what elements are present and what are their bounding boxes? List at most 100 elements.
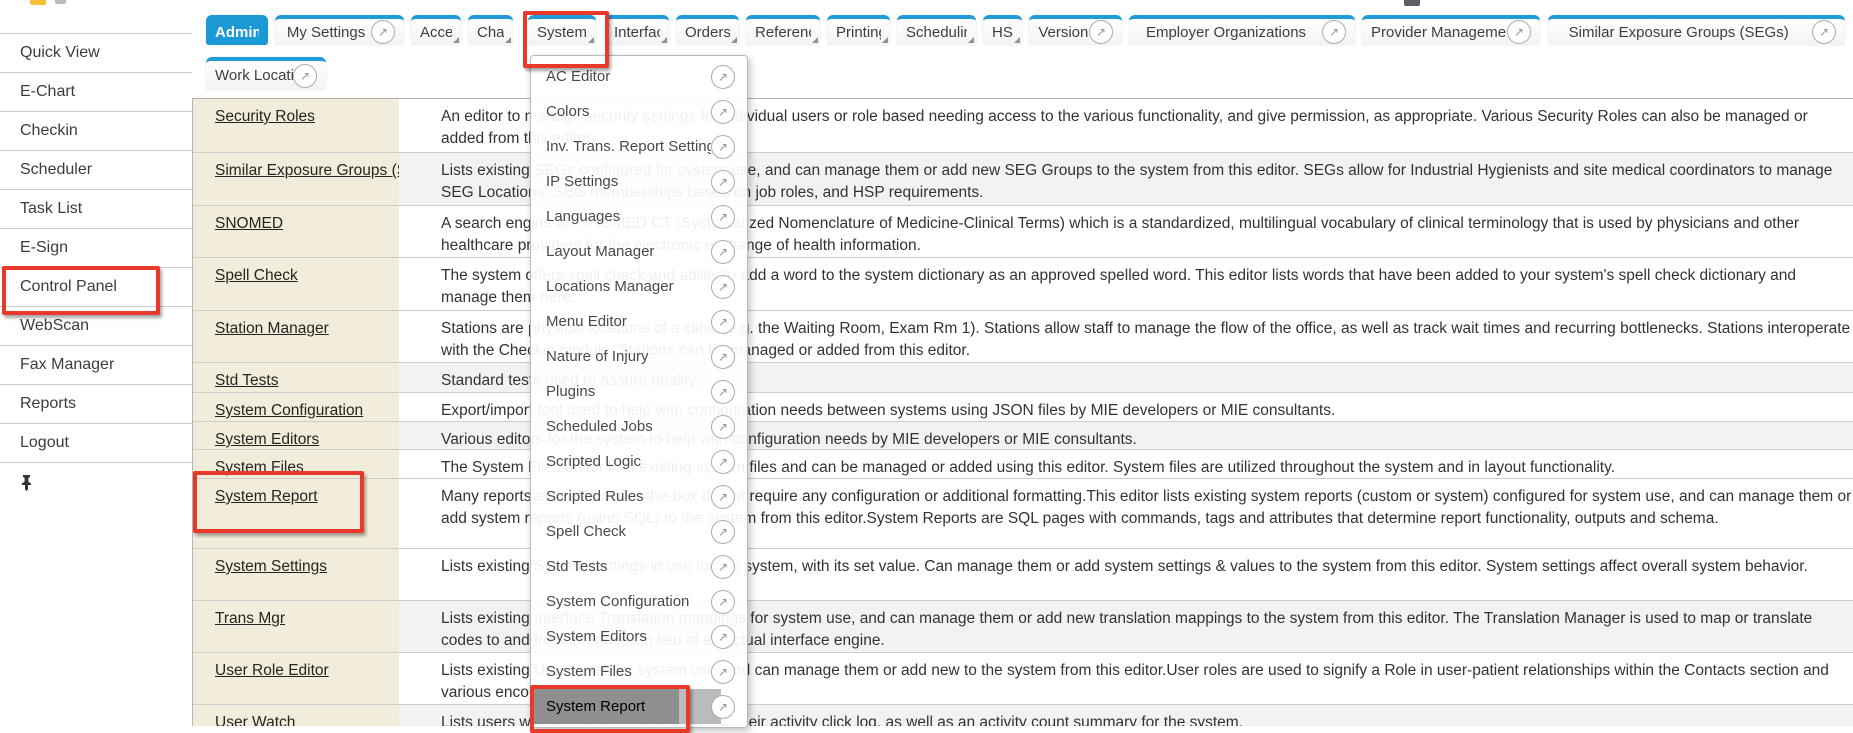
- sidebar-pin-toggle[interactable]: [0, 463, 192, 501]
- menu-item-nature-of-injury[interactable]: Nature of Injury: [531, 339, 747, 374]
- table-row: Trans Mgr Lists existing Interface Trans…: [193, 601, 1853, 653]
- link-system-report[interactable]: System Report: [215, 488, 318, 505]
- menu-item-plugins[interactable]: Plugins: [531, 374, 747, 409]
- external-link-icon: [371, 20, 395, 44]
- sidebar: Quick View E-Chart Checkin Scheduler Tas…: [0, 33, 192, 501]
- sidebar-item-e-sign[interactable]: E-Sign: [0, 229, 192, 268]
- admin-tab-bar: Admin My Settings Access Chart System In…: [0, 0, 1853, 95]
- table-row: System Files The System Files editor lis…: [193, 450, 1853, 479]
- menu-item-ip-settings[interactable]: IP Settings: [531, 164, 747, 199]
- menu-item-languages[interactable]: Languages: [531, 199, 747, 234]
- link-snomed[interactable]: SNOMED: [215, 215, 283, 232]
- tab-label: Printing: [836, 24, 881, 41]
- table-row: Std Tests Standard tests used to assure …: [193, 363, 1853, 393]
- external-link-icon: [711, 380, 735, 404]
- link-std-tests[interactable]: Std Tests: [215, 372, 278, 389]
- tab-label: Access: [420, 24, 452, 41]
- webchart-control-panel-screen: Quick View E-Chart Checkin Scheduler Tas…: [0, 0, 1853, 726]
- sidebar-item-task-list[interactable]: Task List: [0, 190, 192, 229]
- tab-admin[interactable]: Admin: [206, 15, 268, 45]
- external-link-icon: [1812, 20, 1836, 44]
- tab-similar-exposure-groups[interactable]: Similar Exposure Groups (SEGs): [1548, 15, 1845, 45]
- tab-label: Similar Exposure Groups (SEGs): [1569, 24, 1789, 41]
- sidebar-item-webscan[interactable]: WebScan: [0, 307, 192, 346]
- external-link-icon: [1089, 20, 1113, 44]
- tab-reference[interactable]: Reference: [746, 15, 820, 45]
- link-user-role-editor[interactable]: User Role Editor: [215, 662, 329, 679]
- external-link-icon: [711, 135, 735, 159]
- tab-access[interactable]: Access: [411, 15, 461, 45]
- external-link-icon: [711, 310, 735, 334]
- system-dropdown-menu: AC Editor Colors Inv. Trans. Report Sett…: [530, 55, 748, 728]
- menu-item-inv-trans-report-settings[interactable]: Inv. Trans. Report Settings: [531, 129, 747, 164]
- external-link-icon: [711, 240, 735, 264]
- link-system-files[interactable]: System Files: [215, 459, 304, 476]
- tab-orders[interactable]: Orders: [676, 15, 739, 45]
- external-link-icon: [711, 485, 735, 509]
- link-user-watch[interactable]: User Watch: [215, 714, 295, 726]
- menu-item-scripted-logic[interactable]: Scripted Logic: [531, 444, 747, 479]
- tab-label: System: [537, 24, 587, 41]
- menu-item-menu-editor[interactable]: Menu Editor: [531, 304, 747, 339]
- sidebar-item-scheduler[interactable]: Scheduler: [0, 151, 192, 190]
- menu-item-locations-manager[interactable]: Locations Manager: [531, 269, 747, 304]
- link-system-editors[interactable]: System Editors: [215, 431, 319, 448]
- external-link-icon: [711, 65, 735, 89]
- tab-employer-organizations[interactable]: Employer Organizations: [1129, 15, 1355, 45]
- sidebar-item-checkin[interactable]: Checkin: [0, 112, 192, 151]
- menu-item-system-files[interactable]: System Files: [531, 654, 747, 689]
- tab-label: Orders: [685, 24, 730, 41]
- external-link-icon: [1507, 20, 1531, 44]
- tab-my-settings[interactable]: My Settings: [275, 15, 404, 45]
- tab-chart[interactable]: Chart: [468, 15, 513, 45]
- tab-label: Chart: [477, 24, 504, 41]
- link-station-manager[interactable]: Station Manager: [215, 320, 329, 337]
- menu-item-system-report[interactable]: System Report: [531, 689, 747, 724]
- tab-printing[interactable]: Printing: [827, 15, 890, 45]
- external-link-icon: [711, 590, 735, 614]
- tab-interface[interactable]: Interface: [605, 15, 669, 45]
- menu-item-system-configuration[interactable]: System Configuration: [531, 584, 747, 619]
- link-system-settings[interactable]: System Settings: [215, 558, 327, 575]
- tab-hsp[interactable]: HSP: [983, 15, 1022, 45]
- sidebar-item-fax-manager[interactable]: Fax Manager: [0, 346, 192, 385]
- external-link-icon: [711, 450, 735, 474]
- tab-label: HSP: [992, 24, 1013, 41]
- tab-work-locations[interactable]: Work Locations: [206, 57, 326, 90]
- menu-item-ac-editor[interactable]: AC Editor: [531, 59, 747, 94]
- external-link-icon: [293, 64, 317, 88]
- table-row: System Editors Various editors for the s…: [193, 422, 1853, 450]
- external-link-icon: [711, 100, 735, 124]
- menu-item-colors[interactable]: Colors: [531, 94, 747, 129]
- external-link-icon: [711, 205, 735, 229]
- table-row: System Report Many reports available out…: [193, 479, 1853, 549]
- tab-label: Provider Management: [1371, 24, 1507, 41]
- table-row: System Settings Lists existing System Se…: [193, 549, 1853, 601]
- link-security-roles[interactable]: Security Roles: [215, 108, 315, 125]
- tab-version[interactable]: Version: [1029, 15, 1122, 45]
- table-row: Station Manager Stations are physical lo…: [193, 311, 1853, 363]
- link-spell-check[interactable]: Spell Check: [215, 267, 298, 284]
- menu-item-scripted-rules[interactable]: Scripted Rules: [531, 479, 747, 514]
- menu-item-system-editors[interactable]: System Editors: [531, 619, 747, 654]
- table-row: User Role Editor Lists existing User Rol…: [193, 653, 1853, 705]
- menu-item-spell-check[interactable]: Spell Check: [531, 514, 747, 549]
- tab-provider-management[interactable]: Provider Management: [1362, 15, 1540, 45]
- sidebar-item-control-panel[interactable]: Control Panel: [0, 268, 192, 307]
- menu-item-scheduled-jobs[interactable]: Scheduled Jobs: [531, 409, 747, 444]
- tab-label: Reference: [755, 24, 811, 41]
- tab-scheduling[interactable]: Scheduling: [897, 15, 976, 45]
- menu-item-layout-manager[interactable]: Layout Manager: [531, 234, 747, 269]
- link-system-configuration[interactable]: System Configuration: [215, 402, 363, 419]
- tab-system[interactable]: System: [528, 15, 596, 45]
- external-link-icon: [711, 555, 735, 579]
- link-trans-mgr[interactable]: Trans Mgr: [215, 610, 285, 627]
- sidebar-item-logout[interactable]: Logout: [0, 424, 192, 463]
- menu-item-std-tests[interactable]: Std Tests: [531, 549, 747, 584]
- tab-label: Version: [1038, 24, 1088, 41]
- external-link-icon: [711, 415, 735, 439]
- tab-label: My Settings: [287, 24, 365, 41]
- table-row: Similar Exposure Groups (SEGs) Lists exi…: [193, 153, 1853, 206]
- external-link-icon: [711, 520, 735, 544]
- sidebar-item-reports[interactable]: Reports: [0, 385, 192, 424]
